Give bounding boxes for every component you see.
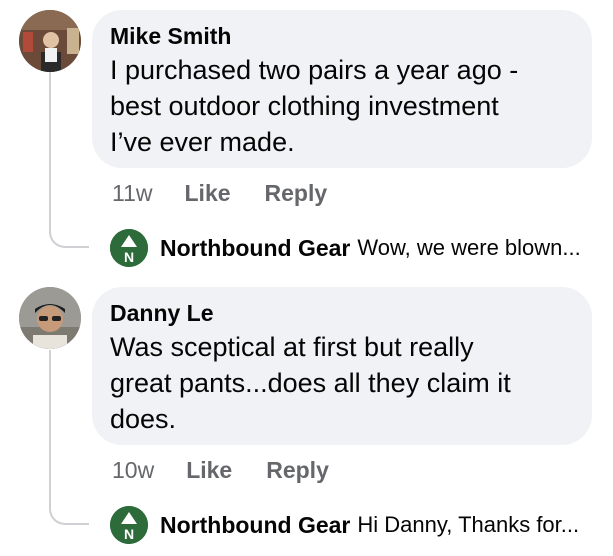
comment-text: Was sceptical at first but really great … bbox=[110, 329, 572, 437]
logo-letter: N bbox=[124, 526, 134, 542]
comment-actions: 10w Like Reply bbox=[112, 457, 363, 484]
like-button[interactable]: Like bbox=[186, 457, 232, 484]
reply-preview[interactable]: N Northbound Gear Hi Danny, Thanks for..… bbox=[110, 506, 579, 544]
northbound-gear-logo-icon: N bbox=[110, 229, 148, 267]
comment-timestamp[interactable]: 11w bbox=[112, 180, 153, 207]
avatar[interactable] bbox=[19, 10, 81, 72]
comment-actions: 11w Like Reply bbox=[112, 180, 361, 207]
comment-text-line: great pants...does all they claim it bbox=[110, 368, 511, 398]
reply-snippet[interactable]: Wow, we were blown... bbox=[357, 235, 580, 261]
northbound-gear-logo-icon: N bbox=[110, 506, 148, 544]
comment-text-line: does. bbox=[110, 404, 177, 434]
comment-text-line: best outdoor clothing investment bbox=[110, 91, 499, 121]
comment-text-line: I’ve ever made. bbox=[110, 127, 295, 157]
thread-connector-curve bbox=[49, 226, 89, 248]
reply-button[interactable]: Reply bbox=[265, 180, 328, 207]
comment-author[interactable]: Danny Le bbox=[110, 299, 572, 327]
logo-letter: N bbox=[124, 249, 134, 265]
comment-bubble: Danny Le Was sceptical at first but real… bbox=[92, 287, 592, 445]
comment-author[interactable]: Mike Smith bbox=[110, 22, 572, 50]
comment-timestamp[interactable]: 10w bbox=[112, 457, 154, 484]
reply-button[interactable]: Reply bbox=[266, 457, 329, 484]
comment-text-line: Was sceptical at first but really bbox=[110, 332, 474, 362]
avatar[interactable] bbox=[19, 287, 81, 349]
reply-preview[interactable]: N Northbound Gear Wow, we were blown... bbox=[110, 229, 581, 267]
like-button[interactable]: Like bbox=[185, 180, 231, 207]
reply-author[interactable]: Northbound Gear bbox=[160, 512, 350, 539]
reply-snippet[interactable]: Hi Danny, Thanks for... bbox=[357, 512, 579, 538]
reply-author[interactable]: Northbound Gear bbox=[160, 235, 350, 262]
thread-connector bbox=[49, 350, 51, 505]
comment-text-line: I purchased two pairs a year ago - bbox=[110, 55, 519, 85]
thread-connector-curve bbox=[49, 503, 89, 525]
thread-connector bbox=[49, 72, 51, 228]
comment-bubble: Mike Smith I purchased two pairs a year … bbox=[92, 10, 592, 168]
comment-text: I purchased two pairs a year ago - best … bbox=[110, 52, 572, 160]
